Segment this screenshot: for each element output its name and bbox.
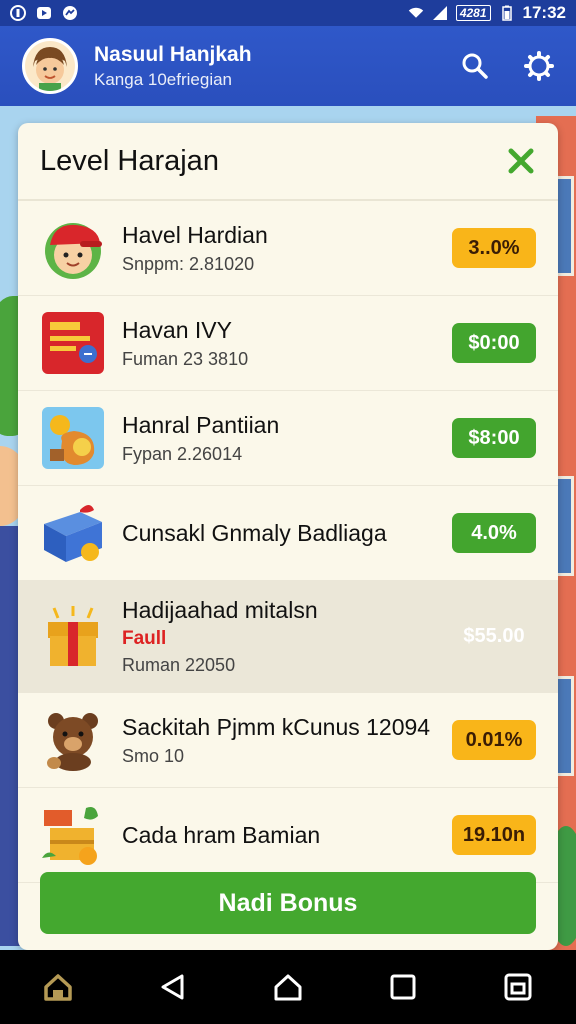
header-actions: [460, 51, 554, 81]
reward-badge[interactable]: $8:00: [452, 418, 536, 458]
cap-boy-icon: [45, 223, 102, 279]
treasure-box-icon: [48, 605, 98, 666]
app-header: Nasuul Hanjkah Kanga 10efriegian: [0, 26, 576, 106]
gift-box-icon: [44, 505, 102, 562]
home-icon: [274, 974, 302, 1001]
item-subtitle: Fuman 23 3810: [122, 348, 249, 369]
list-item[interactable]: Hadijaahad mitalsn Faull Ruman 22050 $55…: [18, 581, 558, 693]
reward-badge[interactable]: $55.00: [452, 617, 536, 657]
multiwindow-button[interactable]: [496, 965, 540, 1009]
list-item[interactable]: Cunsakl Gnmaly Badliaga 4.0%: [18, 486, 558, 581]
item-title: Hanral Pantiian: [122, 411, 280, 438]
back-triangle-icon: [161, 974, 184, 1000]
home-filled-icon: [43, 974, 72, 1001]
back-button[interactable]: [151, 965, 195, 1009]
search-button[interactable]: [460, 51, 490, 81]
user-subtitle: Kanga 10efriegian: [94, 69, 233, 89]
item-subtitle: Snppm: 2.81020: [122, 253, 255, 274]
coin-bag-icon: [42, 407, 104, 469]
reward-badge[interactable]: $0:00: [452, 323, 536, 363]
item-tag: Faull: [122, 628, 167, 649]
list-item[interactable]: Sackitah Pjmm kCunus 12094 Smo 10 0.01%: [18, 693, 558, 788]
user-name: Nasuul Hanjkah: [94, 42, 252, 66]
level-dialog: Level Harajan Havel Hardian Snppm: 2.810…: [18, 123, 558, 950]
fruit-crate-icon: [42, 807, 98, 865]
red-card-icon: [42, 312, 104, 374]
avatar-face-icon: [25, 41, 75, 91]
status-time: 17:32: [522, 3, 566, 22]
battery-icon: [499, 5, 515, 21]
dialog-header: Level Harajan: [18, 123, 558, 201]
status-right: 4281 17:32: [408, 3, 566, 23]
item-text: Havel Hardian Snppm: 2.81020: [122, 222, 452, 275]
avatar[interactable]: [22, 38, 78, 94]
item-text: Sackitah Pjmm kCunus 12094 Smo 10: [122, 714, 452, 767]
item-title: Sackitah Pjmm kCunus 12094: [122, 713, 431, 740]
system-nav-bar: [0, 950, 576, 1024]
home-tab-button[interactable]: [36, 965, 80, 1009]
item-subtitle: Fypan 2.26014: [122, 443, 243, 464]
bear-icon: [47, 713, 98, 771]
item-text: Cada hram Bamian: [122, 822, 452, 849]
list-item[interactable]: Hanral Pantiian Fypan 2.26014 $8:00: [18, 391, 558, 486]
gear-icon: [524, 51, 554, 81]
close-button[interactable]: [506, 146, 536, 176]
close-icon: [508, 148, 534, 174]
item-text: Havan IVY Fuman 23 3810: [122, 317, 452, 370]
user-info: Nasuul Hanjkah Kanga 10efriegian: [94, 43, 252, 90]
youtube-notification-icon: [36, 5, 52, 21]
multiwindow-icon: [504, 973, 532, 1001]
recents-square-icon: [390, 974, 416, 1000]
list-item[interactable]: Havel Hardian Snppm: 2.81020 3..0%: [18, 201, 558, 296]
reward-badge[interactable]: 4.0%: [452, 513, 536, 553]
signal-icon: [432, 5, 448, 21]
reward-badge[interactable]: 3..0%: [452, 228, 536, 268]
item-title: Cunsakl Gnmaly Badliaga: [122, 519, 387, 546]
item-text: Hanral Pantiian Fypan 2.26014: [122, 412, 452, 465]
status-bar: 4281 17:32: [0, 0, 576, 26]
item-title: Hadijaahad mitalsn: [122, 597, 318, 623]
dialog-title: Level Harajan: [40, 144, 219, 177]
search-icon: [462, 53, 488, 79]
item-title: Havan IVY: [122, 316, 232, 343]
item-text: Cunsakl Gnmaly Badliaga: [122, 520, 452, 547]
list-item[interactable]: Havan IVY Fuman 23 3810 $0:00: [18, 296, 558, 391]
item-title: Havel Hardian: [122, 221, 268, 248]
reward-badge[interactable]: 0.01%: [452, 720, 536, 760]
battery-label: 4281: [455, 5, 491, 21]
item-title: Cada hram Bamian: [122, 821, 321, 848]
bonus-button[interactable]: Nadi Bonus: [40, 872, 536, 934]
app-notification-icon: [10, 5, 26, 21]
item-subtitle: Smo 10: [122, 745, 185, 766]
home-button[interactable]: [266, 965, 310, 1009]
messenger-notification-icon: [62, 5, 78, 21]
item-subtitle: Ruman 22050: [122, 655, 236, 675]
reward-list: Havel Hardian Snppm: 2.81020 3..0% Havan…: [18, 201, 558, 883]
list-item[interactable]: Cada hram Bamian 19.10n: [18, 788, 558, 883]
wifi-icon: [408, 5, 424, 21]
item-text: Hadijaahad mitalsn Faull Ruman 22050: [122, 597, 452, 676]
recents-button[interactable]: [381, 965, 425, 1009]
status-left-icons: [10, 5, 78, 21]
settings-button[interactable]: [524, 51, 554, 81]
reward-badge[interactable]: 19.10n: [452, 815, 536, 855]
